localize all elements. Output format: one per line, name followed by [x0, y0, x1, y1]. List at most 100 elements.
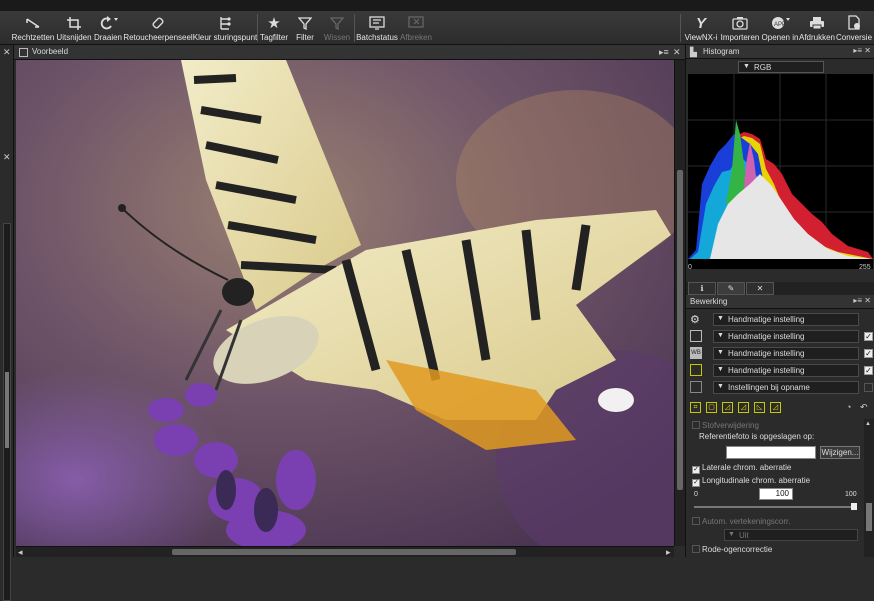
lateral-checkbox[interactable]: ✓ [692, 466, 700, 474]
reference-path-field[interactable] [726, 446, 816, 459]
edit-icon: ✎ [727, 284, 735, 293]
panel-controls-icon[interactable]: ▸≡ ✕ [853, 296, 871, 305]
star-icon: ★ [267, 15, 281, 32]
longitudinal-checkbox[interactable]: ✓ [692, 479, 700, 487]
panel-controls-icon[interactable]: ▸≡ ✕ [853, 46, 871, 55]
close-icon[interactable]: ✕ [673, 48, 681, 57]
dust-removal-checkbox[interactable] [692, 421, 700, 429]
tab-edit[interactable]: ✎ [717, 282, 745, 295]
close-icon[interactable]: ✕ [3, 153, 11, 162]
change-button[interactable]: Wijzigen... [820, 446, 860, 459]
reset-icon[interactable]: ◔ [846, 403, 851, 412]
straighten-button[interactable]: Rechtzetten [12, 13, 54, 43]
tone-tool-icon[interactable]: ◺ [754, 402, 765, 413]
preview-image[interactable] [16, 60, 674, 546]
crop-button[interactable]: Uitsnijden [56, 13, 92, 43]
white-balance-checkbox[interactable]: ✓ [864, 349, 873, 358]
white-balance-select[interactable]: ▼ Handmatige instelling [713, 347, 859, 360]
scrollbar-thumb[interactable] [866, 503, 872, 531]
aberration-slider[interactable] [694, 506, 856, 508]
adjustment-toolbar: ⌗ ▢ ◿ ◿ ◺ ◿ ◔ ↶ [690, 401, 872, 415]
distortion-checkbox[interactable] [692, 517, 700, 525]
capture-settings-checkbox[interactable] [864, 383, 873, 392]
convert-button[interactable]: Conversie [836, 13, 872, 43]
chevron-down-icon: ▼ [728, 531, 735, 538]
slider-max-label: 100 [845, 491, 857, 498]
filter-button[interactable]: Filter [294, 13, 316, 43]
scrollbar-thumb[interactable] [5, 372, 9, 448]
longitudinal-aberration-option[interactable]: ✓ Longitudinale chrom. aberratie [692, 476, 810, 487]
viewnx-button[interactable]: Y ViewNX-i [683, 13, 719, 43]
left-scrollbar[interactable] [3, 223, 11, 601]
preview-horizontal-scrollbar[interactable]: ◂ ▸ [16, 546, 674, 557]
curve-tool-icon[interactable]: ◿ [738, 402, 749, 413]
retouch-brush-icon [149, 13, 167, 33]
slider-handle[interactable] [851, 503, 857, 510]
picture-control-select[interactable]: ▼ Handmatige instelling [713, 364, 859, 377]
scroll-up-icon[interactable]: ▲ [865, 420, 871, 429]
tab-tools[interactable]: ✕ [746, 282, 774, 295]
panel-menu-icon[interactable]: ▸≡ [659, 48, 669, 57]
scrollbar-thumb[interactable] [172, 549, 516, 555]
redeye-checkbox[interactable] [692, 545, 700, 553]
butterfly-photo [16, 60, 674, 546]
close-icon[interactable]: ✕ [3, 48, 11, 57]
chevron-down-icon: ▼ [717, 315, 724, 322]
picture-control-icon [690, 364, 702, 376]
dust-removal-option[interactable]: Stofverwijdering [692, 421, 759, 430]
color-control-point-button[interactable]: Kleur sturingspunt [193, 13, 257, 43]
histogram-graph: 0 255 [688, 74, 873, 271]
capture-settings-select[interactable]: ▼ Instellingen bij opname [713, 381, 859, 394]
viewnx-logo-icon: Y [695, 14, 706, 32]
preview-vertical-scrollbar[interactable] [674, 60, 685, 546]
tag-filter-button[interactable]: ★ Tagfilter [260, 13, 288, 43]
crop-tool-icon[interactable]: ⌗ [690, 402, 701, 413]
redeye-option[interactable]: Rode-ogencorrectie [692, 545, 772, 554]
edit-title: Bewerking [690, 297, 728, 306]
rect-tool-icon[interactable]: ▢ [706, 402, 717, 413]
settings-select[interactable]: ▼ Handmatige instelling [713, 313, 859, 326]
histogram-channel-select[interactable]: ▼ RGB [738, 61, 824, 73]
clear-filter-button[interactable]: Wissen [322, 13, 352, 43]
abort-icon [407, 13, 425, 33]
exposure-select[interactable]: ▼ Handmatige instelling [713, 330, 859, 343]
import-button[interactable]: Importeren [720, 13, 760, 43]
scroll-left-icon[interactable]: ◂ [18, 548, 23, 557]
aberration-value-field[interactable]: 100 [759, 488, 793, 500]
control-point-icon [216, 13, 234, 33]
exposure-checkbox[interactable]: ✓ [864, 332, 873, 341]
scrollbar-thumb[interactable] [677, 170, 683, 490]
chevron-down-icon: ▼ [717, 383, 724, 390]
edit-row-settings: ⚙ ▼ Handmatige instelling [688, 312, 872, 327]
batch-status-button[interactable]: Batchstatus [356, 13, 398, 43]
picture-control-checkbox[interactable]: ✓ [864, 366, 873, 375]
monitor-icon [368, 13, 386, 33]
convert-file-icon [845, 13, 863, 33]
print-button[interactable]: Afdrukken [799, 13, 835, 43]
retouch-brush-button[interactable]: Retoucheerpenseel [123, 13, 193, 43]
histogram-header: ▙ Histogram ▸≡ ✕ [686, 45, 874, 59]
undo-icon[interactable]: ↶ [860, 403, 868, 412]
preview-checkbox[interactable] [19, 48, 28, 57]
slider-min-label: 0 [694, 491, 698, 498]
scroll-right-icon[interactable]: ▸ [666, 548, 671, 557]
title-strip [0, 0, 874, 11]
exposure-icon [690, 330, 702, 342]
chevron-down-icon: ▼ [717, 332, 724, 339]
open-in-button[interactable]: APP Openen in [761, 13, 799, 43]
histogram-min-label: 0 [688, 264, 692, 269]
reference-label: Referentiefoto is opgeslagen op: [699, 432, 815, 441]
auto-distortion-option[interactable]: Autom. vertekeningscorr. [692, 517, 790, 526]
preview-title: Voorbeeld [32, 47, 69, 56]
edit-row-exposure: ▼ Handmatige instelling ✓ [688, 329, 873, 344]
edit-options-area: Stofverwijdering Referentiefoto is opges… [686, 419, 864, 557]
panel-tabs: ℹ ✎ ✕ [686, 282, 874, 295]
tab-info[interactable]: ℹ [688, 282, 716, 295]
distortion-select[interactable]: ▼ Uit [724, 529, 858, 541]
abort-button[interactable]: Afbreken [399, 13, 433, 43]
edit-scrollbar[interactable]: ▲ [864, 419, 874, 557]
rotate-button[interactable]: Draaien [93, 13, 123, 43]
levels-tool-icon[interactable]: ◿ [722, 402, 733, 413]
lateral-aberration-option[interactable]: ✓ Laterale chrom. aberratie [692, 463, 791, 474]
adjust-tool-icon[interactable]: ◿ [770, 402, 781, 413]
